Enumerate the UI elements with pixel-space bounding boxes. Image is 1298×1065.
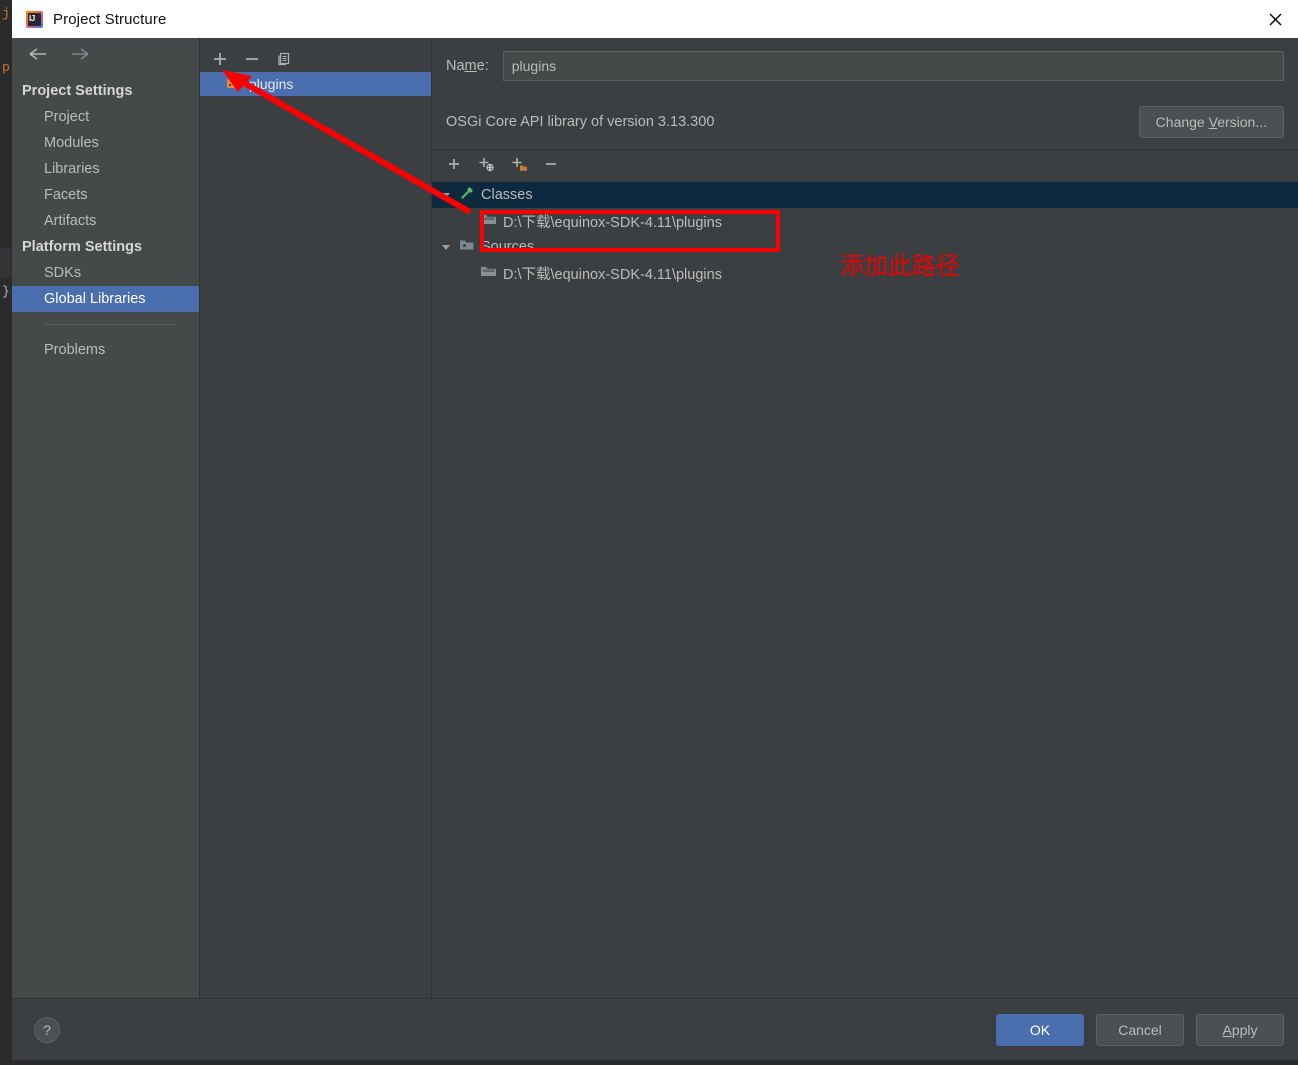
close-icon[interactable] xyxy=(1252,0,1298,38)
classes-hammer-icon xyxy=(458,185,475,205)
add-directory-root-button[interactable] xyxy=(510,156,528,177)
help-button[interactable]: ? xyxy=(34,1016,60,1043)
sidebar-item-modules[interactable]: Modules xyxy=(12,130,199,156)
intellij-idea-icon: IJ xyxy=(26,10,43,28)
remove-root-button[interactable] xyxy=(543,156,559,177)
tree-row-label: D:\下载\equinox-SDK-4.11\plugins xyxy=(503,214,722,231)
archive-folder-icon xyxy=(480,212,497,230)
backdrop-code-fragment: p xyxy=(2,60,10,75)
name-label: Name: xyxy=(446,58,489,74)
tree-row-label: Sources xyxy=(481,239,535,255)
add-url-root-button[interactable] xyxy=(477,156,495,177)
library-name: plugins xyxy=(249,76,294,92)
arrow-right-icon[interactable] xyxy=(70,47,90,66)
dialog-titlebar: IJ Project Structure xyxy=(12,0,1298,38)
sidebar-item-problems[interactable]: Problems xyxy=(12,337,199,363)
apply-button[interactable]: Apply xyxy=(1196,1013,1284,1046)
add-library-button[interactable] xyxy=(212,51,228,72)
arrow-left-icon[interactable] xyxy=(28,47,48,66)
version-row: OSGi Core API library of version 3.13.30… xyxy=(432,94,1298,150)
tree-row-label: Classes xyxy=(481,187,533,203)
library-list-panel: plugins xyxy=(200,38,432,998)
list-item[interactable]: plugins xyxy=(200,72,431,96)
library-list-toolbar xyxy=(200,38,431,68)
sidebar-group-project-settings: Project Settings xyxy=(22,83,133,99)
tree-row[interactable]: Classes xyxy=(432,182,1298,208)
archive-folder-icon xyxy=(480,264,497,282)
ok-button[interactable]: OK xyxy=(996,1013,1084,1046)
library-roots-tree: Classes D:\下载\equinox-SDK-4.11\plugins S… xyxy=(432,182,1298,998)
sidebar-list: Project Settings Project Modules Librari… xyxy=(12,74,199,363)
sidebar-group-platform-settings: Platform Settings xyxy=(22,239,143,255)
library-icon xyxy=(226,76,242,93)
remove-library-button[interactable] xyxy=(244,51,260,72)
settings-sidebar: Project Settings Project Modules Librari… xyxy=(12,38,200,998)
sidebar-item-facets[interactable]: Facets xyxy=(12,182,199,208)
chevron-down-icon[interactable] xyxy=(440,190,452,200)
name-row: Name: xyxy=(432,38,1298,94)
sidebar-navigation xyxy=(12,38,199,74)
copy-icon[interactable] xyxy=(276,51,292,72)
dialog-body: Project Settings Project Modules Librari… xyxy=(12,38,1298,998)
change-version-button[interactable]: Change Version... xyxy=(1138,105,1284,138)
sidebar-item-artifacts[interactable]: Artifacts xyxy=(12,208,199,234)
sidebar-item-project[interactable]: Project xyxy=(12,104,199,130)
library-detail-panel: Name: OSGi Core API library of version 3… xyxy=(432,38,1298,998)
backdrop-code-fragment: } xyxy=(2,284,10,299)
sources-folder-icon xyxy=(458,237,475,257)
project-structure-dialog: IJ Project Structure Project Settings Pr… xyxy=(12,0,1298,1060)
chevron-down-icon[interactable] xyxy=(440,242,452,252)
sidebar-item-sdks[interactable]: SDKs xyxy=(12,260,199,286)
tree-row[interactable]: D:\下载\equinox-SDK-4.11\plugins xyxy=(432,208,1298,234)
dialog-footer: ? OK Cancel Apply xyxy=(12,998,1298,1060)
sidebar-item-global-libraries[interactable]: Global Libraries xyxy=(12,286,199,312)
add-root-button[interactable] xyxy=(446,156,462,177)
library-name-input[interactable] xyxy=(502,51,1284,81)
roots-toolbar xyxy=(432,150,1298,182)
tree-row-label: D:\下载\equinox-SDK-4.11\plugins xyxy=(503,266,722,283)
library-list: plugins xyxy=(200,72,431,96)
backdrop-code-fragment: j xyxy=(2,6,10,21)
sidebar-divider xyxy=(44,324,177,325)
annotation-note: 添加此路径 xyxy=(840,252,960,280)
cancel-button[interactable]: Cancel xyxy=(1096,1013,1184,1046)
dialog-title: Project Structure xyxy=(53,10,167,28)
library-version-text: OSGi Core API library of version 3.13.30… xyxy=(446,113,715,130)
sidebar-item-libraries[interactable]: Libraries xyxy=(12,156,199,182)
